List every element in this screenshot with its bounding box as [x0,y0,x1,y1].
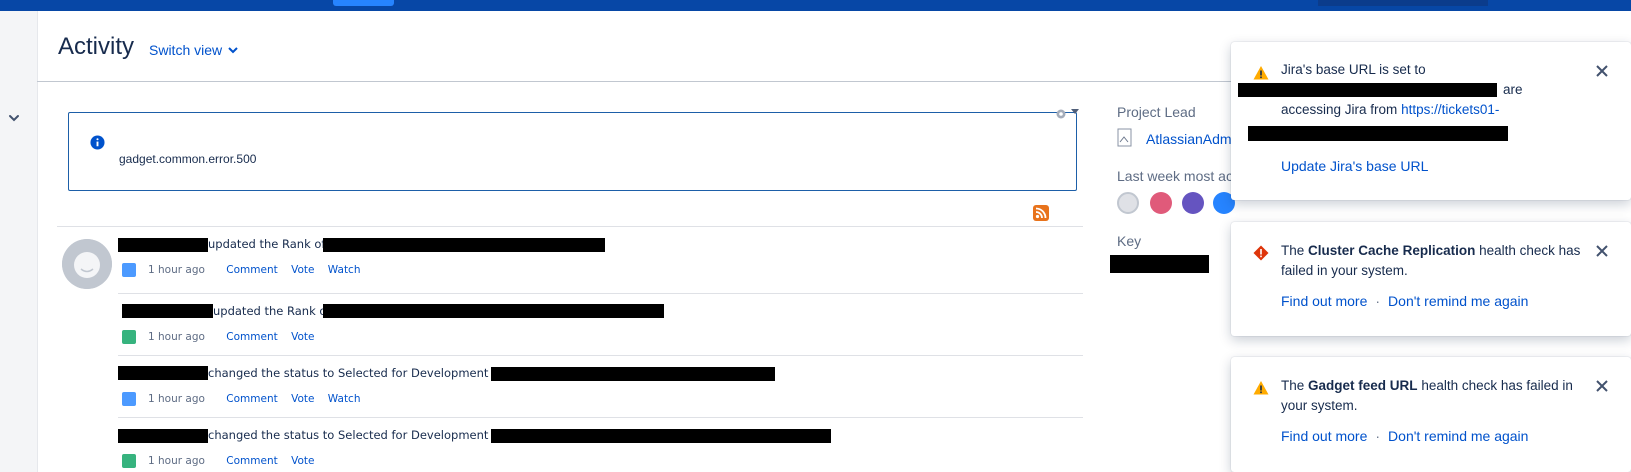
comment-link[interactable]: Comment [226,264,277,276]
redacted-issue-link[interactable] [491,367,775,381]
close-icon[interactable] [1595,244,1609,258]
story-icon [122,330,136,344]
vote-link[interactable]: Vote [291,393,314,405]
flag-message: The Cluster Cache Replication health che… [1281,241,1593,281]
find-out-more-link[interactable]: Find out more [1281,293,1367,309]
activity-time: 1 hour ago [148,393,205,405]
switch-view-label: Switch view [149,42,223,58]
rss-feed-icon[interactable] [1033,205,1049,221]
divider [57,226,1083,227]
flag-line: Jira's base URL is set to [1281,62,1426,77]
watch-link[interactable]: Watch [328,264,361,276]
health-check-name: Cluster Cache Replication [1308,243,1476,258]
health-check-name: Gadget feed URL [1308,378,1418,393]
chevron-down-icon [228,47,238,54]
subtask-icon [122,263,136,277]
redacted-user [118,429,208,443]
user-avatar[interactable] [62,239,112,289]
flag-message: Jira's base URL is set to are accessing … [1238,60,1601,120]
error-icon [1253,245,1269,261]
close-icon[interactable] [1595,379,1609,393]
find-out-more-link[interactable]: Find out more [1281,428,1367,444]
story-icon [122,454,136,468]
activity-action-text: updated the Rank of [208,237,326,251]
activity-action-text: changed the status to Selected for Devel… [208,366,507,380]
separator: · [1375,293,1381,309]
redacted-user [118,238,208,252]
chevron-down-icon[interactable] [7,111,21,125]
divider [118,417,1083,418]
broken-image-icon [1117,128,1132,147]
flag-text: are [1503,82,1523,97]
divider [118,293,1083,294]
vote-link[interactable]: Vote [291,455,314,467]
redacted-user [118,366,208,380]
base-url-warning-flag: Jira's base URL is set to are accessing … [1231,42,1631,200]
flag-actions: Update Jira's base URL [1281,158,1428,174]
gadget-error-text: gadget.common.error.500 [119,152,257,166]
search-field[interactable] [1318,0,1488,6]
flag-actions: Find out more · Don't remind me again [1281,428,1528,444]
comment-link[interactable]: Comment [226,331,277,343]
user-avatar[interactable] [1117,192,1139,214]
flag-line: are [1238,80,1601,100]
warning-icon [1253,66,1269,80]
most-active-label: Last week most ac [1117,168,1233,184]
redacted-issue-link[interactable] [323,238,605,252]
activity-meta: 1 hour ago Comment Vote [148,455,314,467]
info-icon [90,135,105,150]
redacted-project-key [1110,255,1209,273]
watch-link[interactable]: Watch [328,393,361,405]
create-button[interactable] [333,0,394,6]
vote-link[interactable]: Vote [291,331,314,343]
page-title: Activity [58,33,135,60]
left-sidebar [0,11,38,472]
update-base-url-link[interactable]: Update Jira's base URL [1281,158,1428,174]
vote-link[interactable]: Vote [291,264,314,276]
flag-actions: Find out more · Don't remind me again [1281,293,1528,309]
dont-remind-link[interactable]: Don't remind me again [1388,293,1528,309]
flag-line: accessing Jira from https://tickets01- [1281,100,1601,120]
gadget-menu-caret[interactable] [1071,109,1079,114]
redacted-user [122,304,213,318]
activity-time: 1 hour ago [148,264,205,276]
activity-meta: 1 hour ago Comment Vote [148,331,314,343]
health-check-error-flag: The Cluster Cache Replication health che… [1231,222,1631,336]
redacted-issue-link[interactable] [491,429,831,443]
subtask-icon [122,392,136,406]
redacted-url [1248,126,1508,141]
gear-icon[interactable] [1055,108,1067,120]
flag-message: The Gadget feed URL health check has fai… [1281,376,1593,416]
activity-time: 1 hour ago [148,455,205,467]
activity-action-text: updated the Rank of [213,304,331,318]
user-avatar[interactable] [1150,192,1172,214]
activity-time: 1 hour ago [148,331,205,343]
project-lead-label: Project Lead [1117,104,1196,120]
flag-text: The [1281,378,1305,393]
base-url-link[interactable]: https://tickets01- [1401,102,1499,117]
separator: · [1375,428,1381,444]
activity-meta: 1 hour ago Comment Vote Watch [148,393,361,405]
switch-view-button[interactable]: Switch view [149,42,238,58]
activity-action-text: changed the status to Selected for Devel… [208,428,507,442]
comment-link[interactable]: Comment [226,393,277,405]
comment-link[interactable]: Comment [226,455,277,467]
redacted-url [1238,83,1497,97]
flag-text: accessing Jira from [1281,102,1398,117]
redacted-issue-link[interactable] [323,304,664,318]
warning-icon [1253,381,1269,395]
key-label: Key [1117,233,1142,249]
divider [118,355,1083,356]
activity-meta: 1 hour ago Comment Vote Watch [148,264,361,276]
gadget-error-panel: gadget.common.error.500 [68,112,1077,191]
user-avatar[interactable] [1182,192,1204,214]
project-lead-link[interactable]: AtlassianAdm [1146,131,1232,147]
health-check-warning-flag: The Gadget feed URL health check has fai… [1231,357,1631,472]
dont-remind-link[interactable]: Don't remind me again [1388,428,1528,444]
top-navigation-bar [0,0,1631,11]
flag-text: The [1281,243,1305,258]
